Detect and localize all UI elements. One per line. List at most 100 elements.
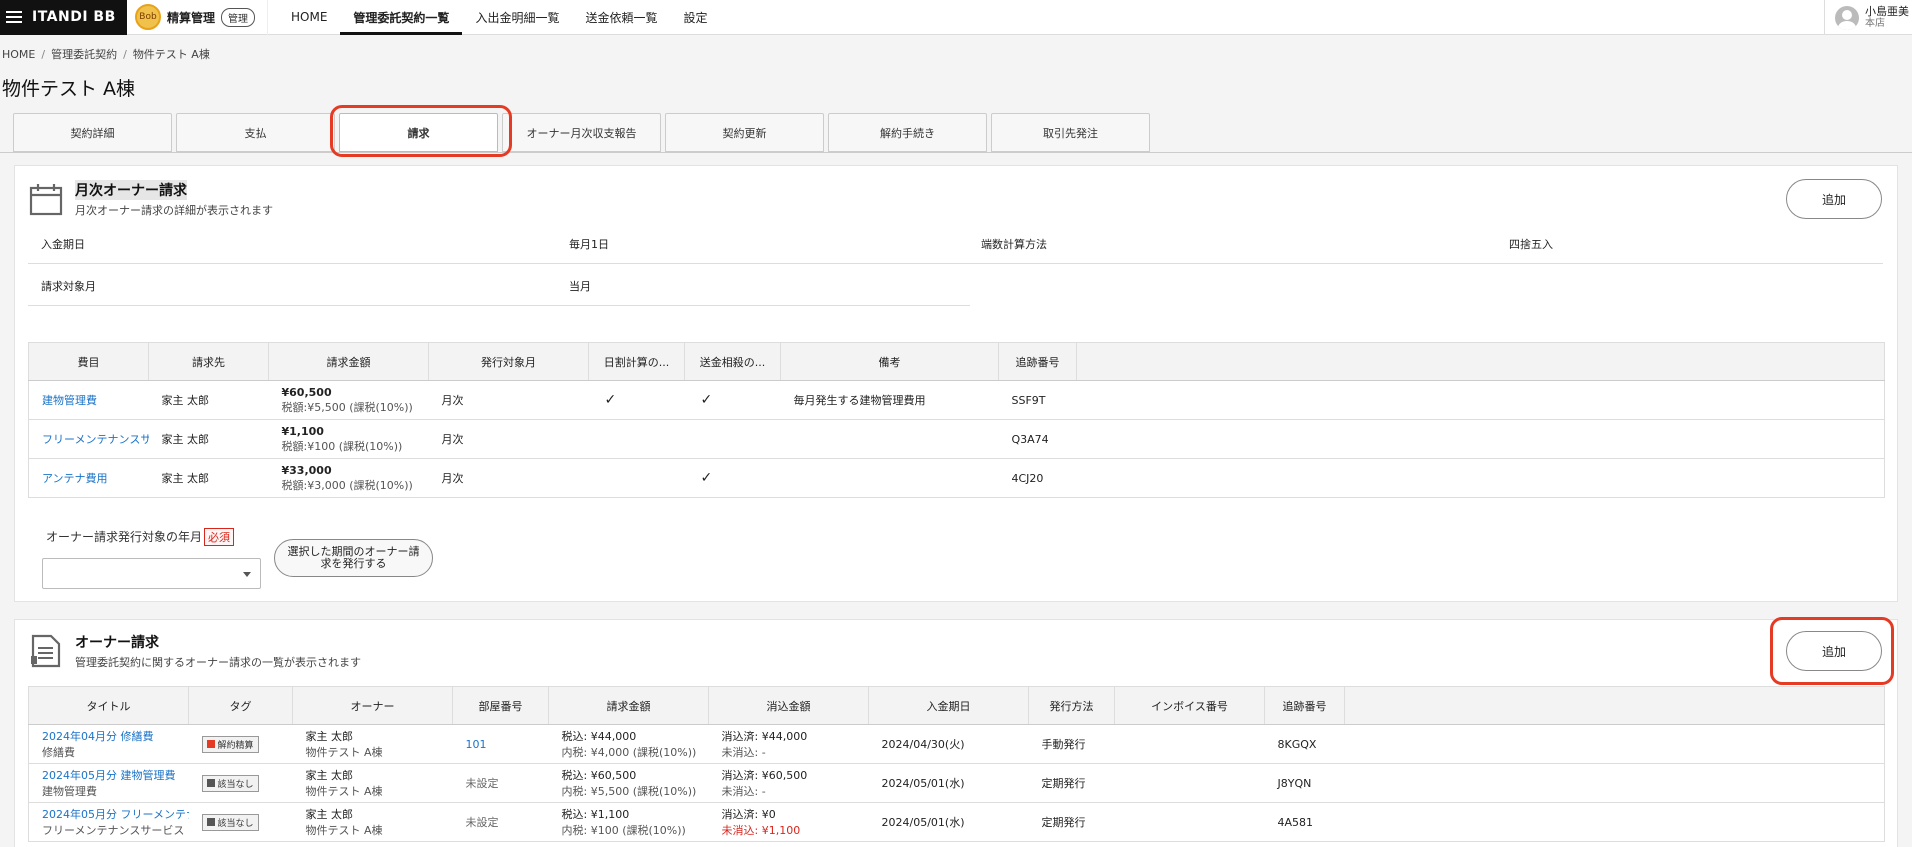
- room-number-link[interactable]: 101: [466, 738, 487, 751]
- note-cell: [780, 419, 999, 459]
- tab-billing[interactable]: 請求: [339, 113, 498, 152]
- hamburger-menu-icon[interactable]: [6, 11, 22, 23]
- monthly-add-button[interactable]: 追加: [1786, 179, 1882, 219]
- check-icon: [588, 458, 685, 498]
- nav-home[interactable]: HOME: [278, 0, 340, 35]
- invoice-number: [1114, 724, 1265, 764]
- column-header[interactable]: 消込金額: [708, 686, 869, 725]
- column-header[interactable]: 発行方法: [1028, 686, 1115, 725]
- tracking-number: Q3A74: [998, 419, 1077, 459]
- issue-method: 定期発行: [1028, 802, 1115, 842]
- column-header[interactable]: 費目: [28, 342, 149, 381]
- tag-badge: 該当なし: [201, 813, 259, 831]
- column-header-empty: [1344, 686, 1885, 725]
- column-header[interactable]: 発行対象月: [428, 342, 589, 381]
- amount-value: ¥60,500: [281, 385, 332, 399]
- issue-owner-billing-button[interactable]: 選択した期間のオーナー請求を発行する: [274, 539, 433, 577]
- tab-owner-monthly-report[interactable]: オーナー月次収支報告: [502, 113, 661, 152]
- tab-divider: [0, 152, 1912, 153]
- tag-badge: 解約精算: [201, 735, 259, 753]
- table-row[interactable]: フリーメンテナンスサービス 家主 太郎 ¥1,100税額:¥100 (課税(10…: [28, 419, 1885, 459]
- uncleared-amount: 未消込: -: [721, 785, 766, 798]
- owner-billing-title-link[interactable]: 2024年05月分 フリーメンテナンスサービス: [42, 806, 189, 822]
- tab-payment[interactable]: 支払: [176, 113, 335, 152]
- table-row[interactable]: 2024年04月分 修繕費 修繕費 解約精算 家主 太郎 物件テスト A棟 101 …: [28, 724, 1885, 764]
- brand-logo[interactable]: ITANDI BB: [32, 9, 116, 25]
- amount-tax: 内税: ¥4,000 (課税(10%)): [561, 746, 697, 759]
- column-header[interactable]: 備考: [780, 342, 999, 381]
- tax-value: 税額:¥5,500 (課税(10%)): [281, 400, 413, 414]
- owner-add-button[interactable]: 追加: [1786, 631, 1882, 671]
- table-row[interactable]: 2024年05月分 フリーメンテナンスサービスフリーメンテナンスサービス 該当な…: [28, 802, 1885, 842]
- tag-badge: 該当なし: [201, 774, 259, 792]
- brand-area: ITANDI BB: [0, 0, 127, 35]
- owner-billing-title-link[interactable]: 2024年04月分 修繕費: [42, 728, 176, 744]
- owner-name: 家主 太郎: [305, 808, 354, 821]
- app-switcher[interactable]: Bob 精算管理 管理: [127, 0, 269, 35]
- user-name: 小島亜美: [1865, 5, 1909, 18]
- payment-date-value: 毎月1日: [569, 238, 609, 251]
- nav-settings[interactable]: 設定: [670, 0, 720, 35]
- user-menu[interactable]: 小島亜美 本店: [1824, 0, 1912, 35]
- property-name: 物件テスト A棟: [305, 746, 383, 759]
- breadcrumb-home[interactable]: HOME: [2, 48, 35, 61]
- column-header[interactable]: タグ: [188, 686, 293, 725]
- nav-management-contracts[interactable]: 管理委託契約一覧: [340, 0, 463, 35]
- issue-month-cell: 月次: [428, 380, 589, 420]
- check-icon: [588, 419, 685, 459]
- column-header[interactable]: 追跡番号: [998, 342, 1077, 381]
- billing-item-link[interactable]: フリーメンテナンスサービス: [42, 433, 149, 446]
- table-row[interactable]: 建物管理費 家主 太郎 ¥60,500 税額:¥5,500 (課税(10%)) 月…: [28, 380, 1885, 420]
- table-row[interactable]: アンテナ費用 家主 太郎 ¥33,000 税額:¥3,000 (課税(10%)) …: [28, 458, 1885, 498]
- tracking-number: 8KGQX: [1264, 724, 1345, 764]
- payee-cell: 家主 太郎: [148, 458, 269, 498]
- invoice-number: [1114, 802, 1265, 842]
- tab-cancellation[interactable]: 解約手続き: [828, 113, 987, 152]
- owner-billing-panel: オーナー請求 管理委託契約に関するオーナー請求の一覧が表示されます 追加 タイト…: [14, 619, 1898, 847]
- column-header[interactable]: 請求先: [148, 342, 269, 381]
- rounding-value: 四捨五入: [1509, 238, 1553, 251]
- column-header[interactable]: 請求金額: [548, 686, 709, 725]
- column-header[interactable]: タイトル: [28, 686, 189, 725]
- breadcrumb-current: 物件テスト A棟: [132, 48, 210, 61]
- column-header[interactable]: インボイス番号: [1114, 686, 1265, 725]
- tab-contract-details[interactable]: 契約詳細: [13, 113, 172, 152]
- owner-billing-item: 修繕費: [42, 746, 75, 759]
- column-header[interactable]: 部屋番号: [452, 686, 549, 725]
- target-month-value: 当月: [569, 280, 591, 293]
- due-date: 2024/05/01(水): [868, 763, 1029, 803]
- owner-section-subtitle: 管理委託契約に関するオーナー請求の一覧が表示されます: [75, 656, 361, 669]
- owner-billing-title-link[interactable]: 2024年05月分 建物管理費: [42, 767, 176, 783]
- tag-label: 該当なし: [217, 818, 254, 829]
- billing-item-link[interactable]: アンテナ費用: [42, 472, 108, 485]
- required-badge: 必須: [204, 528, 235, 546]
- monthly-owner-billing-panel: 月次オーナー請求 月次オーナー請求の詳細が表示されます 追加 入金期日 毎月1日…: [14, 165, 1898, 602]
- column-header[interactable]: 入金期日: [868, 686, 1029, 725]
- document-icon: [31, 634, 61, 668]
- tracking-number: 4A581: [1264, 802, 1345, 842]
- issue-month-cell: 月次: [428, 419, 589, 459]
- column-header[interactable]: 日割計算の...: [588, 342, 685, 381]
- check-icon: ✓: [684, 380, 781, 420]
- amount-tax: 内税: ¥5,500 (課税(10%)): [561, 785, 697, 798]
- breadcrumb-contracts[interactable]: 管理委託契約: [51, 48, 117, 61]
- column-header[interactable]: オーナー: [292, 686, 453, 725]
- billing-item-link[interactable]: 建物管理費: [42, 394, 97, 407]
- cleared-amount: 消込済: ¥0: [721, 808, 776, 821]
- nav-remittance-requests[interactable]: 送金依頼一覧: [572, 0, 670, 35]
- issue-month-cell: 月次: [428, 458, 589, 498]
- tab-contract-renewal[interactable]: 契約更新: [665, 113, 824, 152]
- issue-period-select[interactable]: [42, 558, 261, 589]
- nav-transactions[interactable]: 入出金明細一覧: [462, 0, 572, 35]
- table-header-row: 費目 請求先 請求金額 発行対象月 日割計算の... 送金相殺の... 備考 追…: [28, 342, 1885, 381]
- column-header[interactable]: 請求金額: [268, 342, 429, 381]
- tab-vendor-orders[interactable]: 取引先発注: [991, 113, 1150, 152]
- owner-name: 家主 太郎: [305, 769, 354, 782]
- uncleared-amount: 未消込: -: [721, 746, 766, 759]
- cleared-amount: 消込済: ¥44,000: [721, 730, 808, 743]
- table-row[interactable]: 2024年05月分 建物管理費 建物管理費 該当なし 家主 太郎 物件テスト A棟 …: [28, 763, 1885, 803]
- column-header[interactable]: 送金相殺の...: [684, 342, 781, 381]
- check-icon: ✓: [684, 458, 781, 498]
- info-row-target-month: 請求対象月 当月: [28, 264, 970, 306]
- column-header[interactable]: 追跡番号: [1264, 686, 1345, 725]
